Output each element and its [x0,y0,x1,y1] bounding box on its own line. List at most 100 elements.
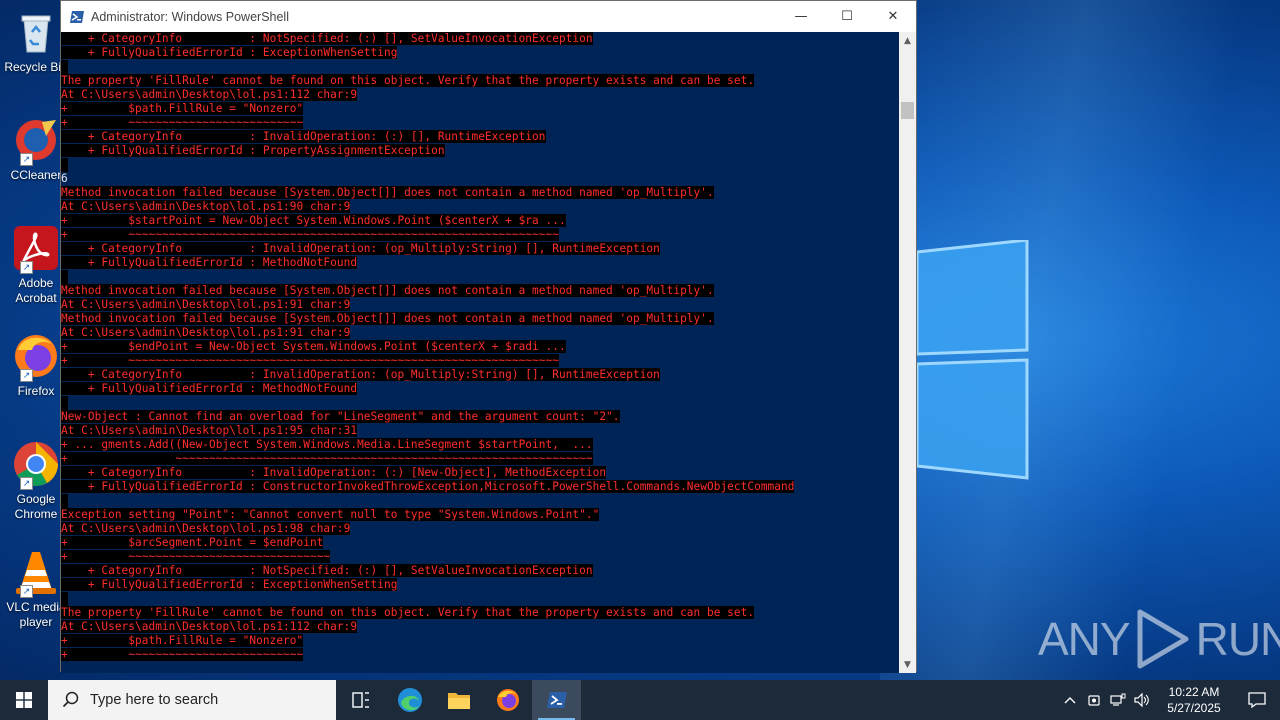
console-line: + ~~~~~~~~~~~~~~~~~~~~~~~~~~~~~~ [61,550,899,564]
recycle-bin-icon [12,8,60,56]
console-line-text: + FullyQualifiedErrorId : MethodNotFound [61,256,358,269]
console-line: + CategoryInfo : InvalidOperation: (:) [… [61,130,899,144]
console-output[interactable]: + CategoryInfo : NotSpecified: (:) [], S… [61,32,899,673]
edge-icon [397,688,422,712]
console-line-text: + ... gments.Add((New-Object System.Wind… [61,438,593,451]
adobe-acrobat-icon: ↗ [12,224,60,274]
anyrun-watermark: ANY RUN [1038,608,1280,670]
close-button[interactable]: ✕ [870,1,916,32]
console-line-text [61,494,68,508]
minimize-icon: — [794,9,808,24]
taskbar-clock[interactable]: 10:22 AM 5/27/2025 [1154,684,1234,716]
taskbar-firefox[interactable] [483,680,532,720]
scrollbar-thumb[interactable] [901,102,914,119]
console-line: At C:\Users\admin\Desktop\lol.ps1:98 cha… [61,522,899,536]
clock-time: 10:22 AM [1168,685,1220,699]
watermark-right: RUN [1195,613,1280,665]
taskbar-edge[interactable] [385,680,434,720]
desktop-icon-label: Adobe Acrobat [15,276,57,305]
console-line-text: + FullyQualifiedErrorId : ExceptionWhenS… [61,46,398,59]
console-line: + $path.FillRule = "Nonzero" [61,634,899,648]
taskbar-task-view[interactable] [336,680,385,720]
console-line-text: + $path.FillRule = "Nonzero" [61,102,304,115]
console-line: + FullyQualifiedErrorId : ExceptionWhenS… [61,578,899,592]
minimize-button[interactable]: — [778,1,824,32]
scroll-down-arrow-icon[interactable]: ▼ [899,656,916,673]
console-line: + CategoryInfo : InvalidOperation: (op_M… [61,242,899,256]
volume-icon[interactable] [1130,680,1154,720]
notification-icon [1248,692,1266,708]
console-line: + CategoryInfo : InvalidOperation: (:) [… [61,466,899,480]
console-line-text: + ~~~~~~~~~~~~~~~~~~~~~~~~~~~~~~ [61,550,331,563]
console-line: At C:\Users\admin\Desktop\lol.ps1:95 cha… [61,424,899,438]
desktop-icon-label: CCleaner [10,168,62,182]
console-line: + $arcSegment.Point = $endPoint [61,536,899,550]
watermark-left: ANY [1038,613,1131,665]
search-icon [62,691,79,708]
firefox-icon [496,689,519,711]
console-line: At C:\Users\admin\Desktop\lol.ps1:91 cha… [61,326,899,340]
taskbar-file-explorer[interactable] [434,680,483,720]
console-line-text: The property 'FillRule' cannot be found … [61,606,755,619]
console-line-text: + ~~~~~~~~~~~~~~~~~~~~~~~~~~~~~~~~~~~~~~… [61,354,559,367]
console-line-text: + FullyQualifiedErrorId : PropertyAssign… [61,144,445,157]
console-line: + ~~~~~~~~~~~~~~~~~~~~~~~~~~~~~~~~~~~~~~… [61,228,899,242]
console-line-text: + $arcSegment.Point = $endPoint [61,536,324,549]
stray-output-text: 6 [61,172,68,185]
console-line-text [61,60,68,74]
maximize-icon: ☐ [841,9,853,24]
console-line-text: At C:\Users\admin\Desktop\lol.ps1:98 cha… [61,522,351,535]
console-line-text: The property 'FillRule' cannot be found … [61,74,755,87]
ccleaner-icon: ↗ [12,116,60,166]
console-line: + CategoryInfo : NotSpecified: (:) [], S… [61,32,899,46]
network-icon[interactable] [1106,680,1130,720]
start-button[interactable] [0,680,48,720]
action-center-button[interactable] [1234,680,1280,720]
console-line-text: + $endPoint = New-Object System.Windows.… [61,340,566,353]
tray-app-icon[interactable] [1082,680,1106,720]
console-line-text: Method invocation failed because [System… [61,284,714,297]
console-line: At C:\Users\admin\Desktop\lol.ps1:90 cha… [61,200,899,214]
desktop-icon-label: Firefox [17,384,55,398]
desktop-icon-label: VLC media player [6,600,66,629]
maximize-button[interactable]: ☐ [824,1,870,32]
console-line [61,270,899,284]
console-line-text: + FullyQualifiedErrorId : ConstructorInv… [61,480,795,493]
console-line-text: + FullyQualifiedErrorId : ExceptionWhenS… [61,578,398,591]
firefox-icon: ↗ [12,332,60,382]
console-line-text: At C:\Users\admin\Desktop\lol.ps1:91 cha… [61,298,351,311]
console-line-text: At C:\Users\admin\Desktop\lol.ps1:112 ch… [61,620,358,633]
console-line-text [61,158,68,172]
console-line-text [61,270,68,284]
console-line-text: + ~~~~~~~~~~~~~~~~~~~~~~~~~~ [61,648,304,661]
console-line: Method invocation failed because [System… [61,186,899,200]
windows-logo-icon [917,240,1029,480]
console-line-text: + $path.FillRule = "Nonzero" [61,634,304,647]
shortcut-arrow-icon: ↗ [20,153,33,166]
window-titlebar[interactable]: Administrator: Windows PowerShell — ☐ ✕ [61,1,916,32]
console-line: At C:\Users\admin\Desktop\lol.ps1:91 cha… [61,298,899,312]
console-line-text: + CategoryInfo : NotSpecified: (:) [], S… [61,32,593,45]
console-line: 6 [61,172,899,186]
vertical-scrollbar[interactable]: ▲ ▼ [899,32,916,673]
taskbar: Type here to search 10:22 AM 5/27/2025 [0,680,1280,720]
console-line-text: At C:\Users\admin\Desktop\lol.ps1:95 cha… [61,424,358,437]
console-line-text: + ~~~~~~~~~~~~~~~~~~~~~~~~~~~~~~~~~~~~~~… [61,452,593,465]
show-hidden-icons-chevron-icon[interactable] [1058,680,1082,720]
console-line: + ~~~~~~~~~~~~~~~~~~~~~~~~~~ [61,648,899,662]
console-line-text [61,396,68,410]
task-view-icon [351,692,369,708]
taskbar-search-box[interactable]: Type here to search [48,680,336,720]
powershell-window[interactable]: Administrator: Windows PowerShell — ☐ ✕ … [60,0,917,673]
console-line [61,592,899,606]
shortcut-arrow-icon: ↗ [20,585,33,598]
taskbar-powershell[interactable] [532,680,581,720]
console-line: + $endPoint = New-Object System.Windows.… [61,340,899,354]
desktop-icon-label: Google Chrome [14,492,58,521]
console-line: + FullyQualifiedErrorId : MethodNotFound [61,256,899,270]
scroll-up-arrow-icon[interactable]: ▲ [899,32,916,49]
console-line-text: + $startPoint = New-Object System.Window… [61,214,566,227]
powershell-icon [546,692,567,708]
console-line-text: + CategoryInfo : InvalidOperation: (op_M… [61,368,660,381]
console-line: New-Object : Cannot find an overload for… [61,410,899,424]
